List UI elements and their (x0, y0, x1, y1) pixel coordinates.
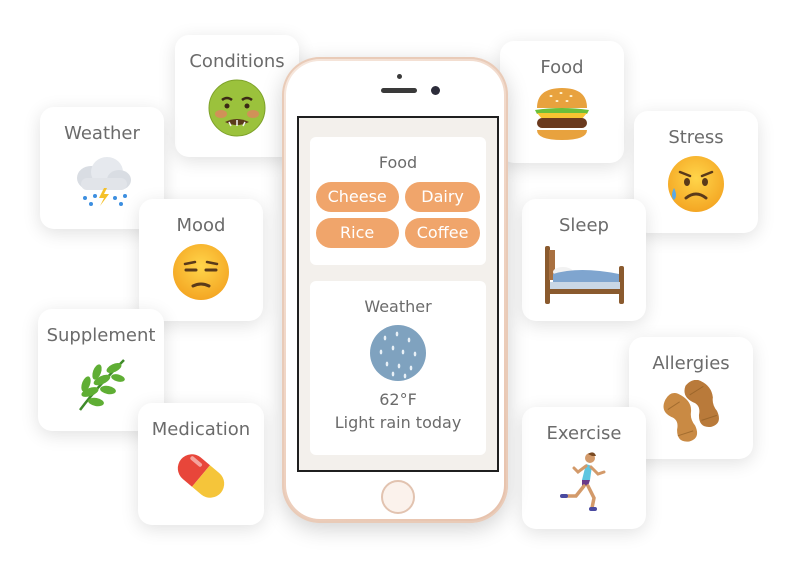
card-label: Food (540, 57, 584, 78)
weather-panel: Weather 62°F Light rain today (310, 281, 486, 455)
card-label: Mood (176, 215, 226, 236)
card-label: Allergies (652, 353, 730, 374)
nauseated-face-icon (207, 78, 267, 138)
weather-panel-title: Weather (364, 297, 432, 316)
storm-cloud-icon (71, 150, 133, 210)
unamused-face-icon (171, 242, 231, 302)
card-allergies[interactable]: Allergies (629, 337, 753, 459)
peanut-icon (661, 380, 721, 444)
anxious-face-icon (666, 154, 726, 214)
food-tag-cheese[interactable]: Cheese (315, 182, 399, 212)
herb-icon (70, 352, 132, 414)
card-stress[interactable]: Stress (634, 111, 758, 233)
food-tags: Cheese Dairy Rice Coffee (315, 182, 481, 248)
card-label: Exercise (546, 423, 622, 444)
card-conditions[interactable]: Conditions (175, 35, 299, 157)
card-label: Conditions (189, 51, 285, 72)
hamburger-icon (531, 84, 593, 144)
temperature-value: 62°F (379, 390, 417, 409)
phone-bezel: Food Cheese Dairy Rice Coffee Weather 62… (286, 61, 504, 519)
food-tag-coffee[interactable]: Coffee (404, 218, 481, 248)
card-sleep[interactable]: Sleep (522, 199, 646, 321)
card-label: Stress (668, 127, 724, 148)
card-label: Weather (64, 123, 140, 144)
card-mood[interactable]: Mood (139, 199, 263, 321)
card-medication[interactable]: Medication (138, 403, 264, 525)
home-button[interactable] (381, 480, 415, 514)
pill-icon (171, 446, 231, 506)
food-tag-dairy[interactable]: Dairy (404, 182, 481, 212)
phone-mockup: Food Cheese Dairy Rice Coffee Weather 62… (282, 57, 508, 523)
sensor-dot (397, 74, 402, 79)
weather-description: Light rain today (334, 413, 462, 432)
rain-icon (369, 324, 427, 386)
card-food[interactable]: Food (500, 41, 624, 163)
front-camera-icon (431, 86, 440, 95)
card-label: Sleep (558, 215, 609, 236)
card-label: Supplement (46, 325, 156, 346)
card-exercise[interactable]: Exercise (522, 407, 646, 529)
food-tag-rice[interactable]: Rice (315, 218, 399, 248)
runner-icon (554, 450, 614, 512)
card-label: Medication (151, 419, 251, 440)
bed-icon (539, 242, 629, 306)
speaker-grille (381, 88, 417, 93)
food-panel: Food Cheese Dairy Rice Coffee (310, 137, 486, 265)
food-panel-title: Food (378, 153, 418, 172)
phone-screen: Food Cheese Dairy Rice Coffee Weather 62… (297, 116, 499, 472)
